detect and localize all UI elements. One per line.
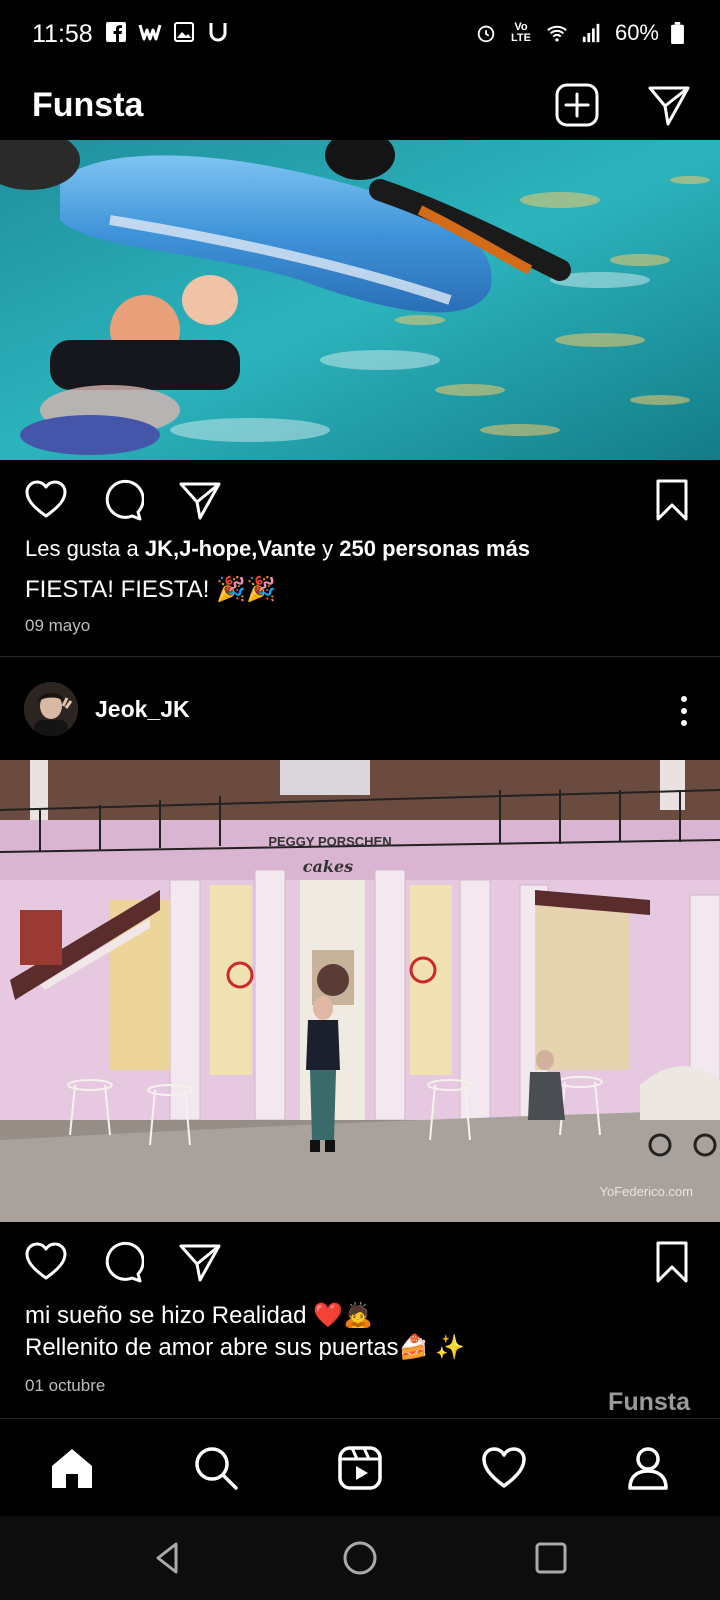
comment-icon[interactable] [100, 1240, 144, 1284]
post-actions [0, 470, 720, 530]
app-title: Funsta [32, 86, 144, 124]
post-divider [0, 656, 720, 657]
status-time: 11:58 [32, 20, 93, 48]
post-header: Jeok_JK [0, 660, 720, 756]
comment-icon[interactable] [100, 478, 144, 522]
avatar[interactable] [24, 682, 78, 736]
share-icon[interactable] [178, 478, 222, 522]
send-icon[interactable] [646, 82, 692, 128]
bookmark-icon[interactable] [650, 478, 694, 522]
likes-count: 250 personas más [339, 536, 531, 561]
post-username[interactable]: Jeok_JK [95, 696, 190, 723]
shop-sign: PEGGY PORSCHEN [268, 834, 391, 849]
post-caption-line1: mi sueño se hizo Realidad ❤️🙇 [25, 1302, 373, 1329]
shop-sign-cakes: cakes [303, 857, 353, 876]
notification-icons [104, 20, 230, 44]
reels-icon[interactable] [336, 1444, 384, 1492]
post-caption-line2: Rellenito de amor abre sus puertas🍰 ✨ [25, 1334, 465, 1361]
share-icon[interactable] [178, 1240, 222, 1284]
home-circle-icon[interactable] [342, 1540, 378, 1576]
u-app-icon [209, 23, 227, 42]
status-right: Vo LTE 60% [475, 20, 684, 46]
post-date: 09 mayo [25, 616, 91, 635]
status-bar: 11:58 Vo LTE 60% [0, 0, 720, 70]
post-caption: FIESTA! FIESTA! 🎉🎉 [25, 576, 276, 603]
like-heart-icon[interactable] [24, 1240, 68, 1284]
peggy-porschen-storefront-photo: PEGGY PORSCHEN cakes YoFederico.com [0, 760, 720, 1222]
likes-prefix: Les gusta a [25, 536, 145, 561]
volte-icon: Vo LTE [510, 21, 531, 44]
post-image-shop[interactable]: PEGGY PORSCHEN cakes YoFederico.com [0, 760, 720, 1222]
like-heart-icon[interactable] [24, 478, 68, 522]
image-credit: YoFederico.com [600, 1184, 693, 1199]
battery-icon [671, 22, 684, 44]
user-avatar-image [24, 682, 78, 736]
pool-party-photo [0, 140, 720, 460]
post-image-pool[interactable] [0, 140, 720, 460]
post-actions [0, 1232, 720, 1292]
post-date: 01 octubre [25, 1376, 106, 1395]
gallery-icon [174, 22, 194, 42]
funsta-watermark: Funsta [608, 1388, 690, 1416]
home-icon[interactable] [48, 1444, 96, 1492]
bottom-navigation [0, 1418, 720, 1517]
likes-mid: y [316, 536, 340, 561]
likes-names: JK,J-hope,Vante [144, 536, 317, 561]
heart-icon[interactable] [480, 1444, 528, 1492]
app-header: Funsta [0, 70, 720, 140]
likes-text[interactable]: Les gusta a JK,J-hope,Vante y 250 person… [25, 536, 530, 562]
search-icon[interactable] [192, 1444, 240, 1492]
webtoon-icon [138, 24, 162, 41]
more-options-icon[interactable] [672, 694, 696, 728]
back-icon[interactable] [150, 1540, 186, 1576]
battery-percent: 60% [614, 20, 659, 45]
wifi-icon [547, 25, 567, 42]
alarm-icon [477, 25, 495, 43]
recents-icon[interactable] [533, 1540, 569, 1576]
bookmark-icon[interactable] [650, 1240, 694, 1284]
add-square-icon[interactable] [554, 82, 600, 128]
profile-icon[interactable] [624, 1444, 672, 1492]
facebook-icon [106, 22, 126, 42]
signal-icon [582, 23, 600, 43]
system-navigation [0, 1516, 720, 1600]
